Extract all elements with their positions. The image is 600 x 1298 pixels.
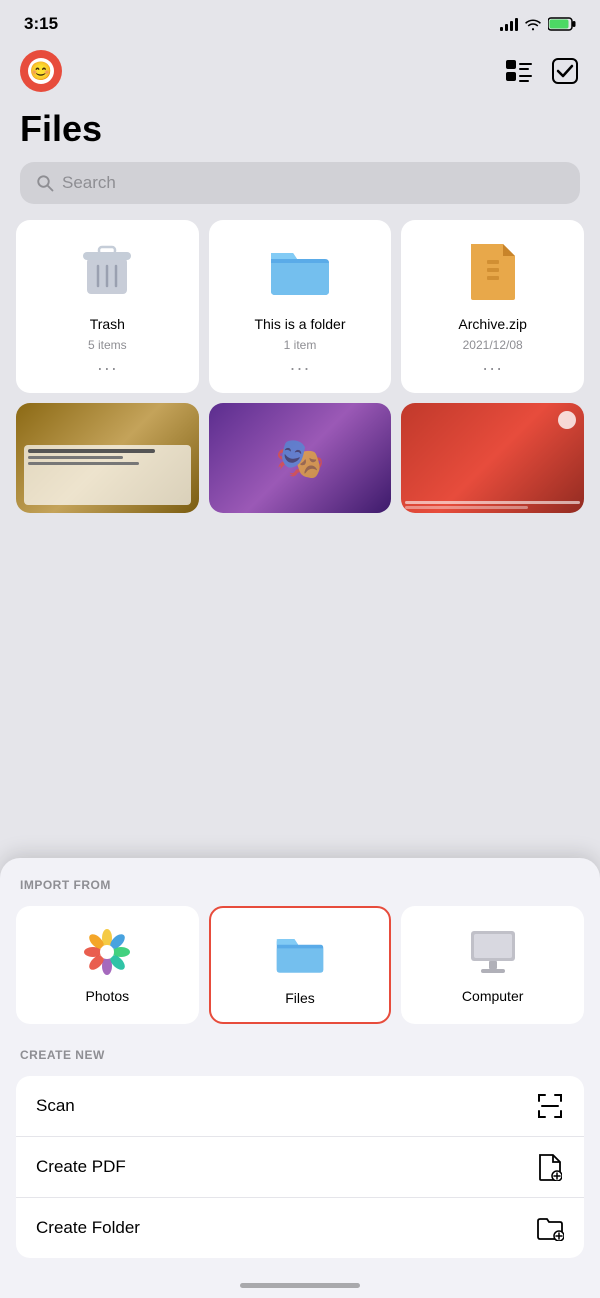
folder-label: Create Folder [36,1218,140,1238]
create-item-scan[interactable]: Scan [16,1076,584,1137]
file-card-trash[interactable]: Trash 5 items ··· [16,220,199,393]
scan-icon [536,1092,564,1120]
status-time: 3:15 [24,14,58,34]
import-label-photos: Photos [86,988,130,1004]
import-label-computer: Computer [462,988,523,1004]
scan-label: Scan [36,1096,75,1116]
folder-icon [265,236,335,306]
import-section-label: IMPORT FROM [16,878,584,892]
file-name-folder: This is a folder [254,316,345,332]
pdf-label: Create PDF [36,1157,126,1177]
file-meta-folder: 1 item [284,338,317,352]
photos-icon [81,926,133,978]
file-card-thumb-1[interactable] [16,403,199,513]
file-menu-trash[interactable]: ··· [97,358,118,379]
battery-icon [548,17,576,31]
app-logo[interactable]: 😊 [20,50,62,92]
create-list: Scan Create PDF [16,1076,584,1258]
file-name-archive: Archive.zip [458,316,526,332]
file-meta-archive: 2021/12/08 [463,338,523,352]
search-bar[interactable]: Search [20,162,580,204]
checkbox-icon[interactable] [550,56,580,86]
file-card-thumb-3[interactable] [401,403,584,513]
import-card-photos[interactable]: Photos [16,906,199,1024]
computer-icon [467,926,519,978]
file-menu-archive[interactable]: ··· [482,358,503,379]
file-name-trash: Trash [90,316,125,332]
page-title: Files [0,104,600,162]
grid-view-icon[interactable] [504,56,534,86]
bottom-sheet: IMPORT FROM Photo [0,858,600,1298]
import-card-files[interactable]: Files [209,906,392,1024]
wifi-icon [524,17,542,31]
search-placeholder: Search [62,173,116,193]
file-meta-trash: 5 items [88,338,127,352]
import-card-computer[interactable]: Computer [401,906,584,1024]
search-icon [36,174,54,192]
signal-icon [500,17,518,31]
status-bar: 3:15 [0,0,600,42]
top-nav: 😊 [0,42,600,104]
import-label-files: Files [285,990,315,1006]
trash-icon [72,236,142,306]
app-logo-inner: 😊 [28,58,54,84]
create-pdf-icon [536,1153,564,1181]
create-item-folder[interactable]: Create Folder [16,1198,584,1258]
home-indicator [240,1283,360,1288]
file-grid-row2: 🎭 [0,403,600,513]
file-card-thumb-2[interactable]: 🎭 [209,403,392,513]
nav-right [504,56,580,86]
import-row: Photos Files [16,906,584,1024]
zip-icon [458,236,528,306]
file-menu-folder[interactable]: ··· [290,358,311,379]
create-item-pdf[interactable]: Create PDF [16,1137,584,1198]
file-card-folder[interactable]: This is a folder 1 item ··· [209,220,392,393]
files-folder-icon [274,928,326,980]
create-section-label: CREATE NEW [16,1048,584,1062]
status-icons [500,17,576,31]
create-folder-icon [536,1214,564,1242]
file-card-archive[interactable]: Archive.zip 2021/12/08 ··· [401,220,584,393]
file-grid: Trash 5 items ··· This is a folder 1 ite… [0,220,600,393]
